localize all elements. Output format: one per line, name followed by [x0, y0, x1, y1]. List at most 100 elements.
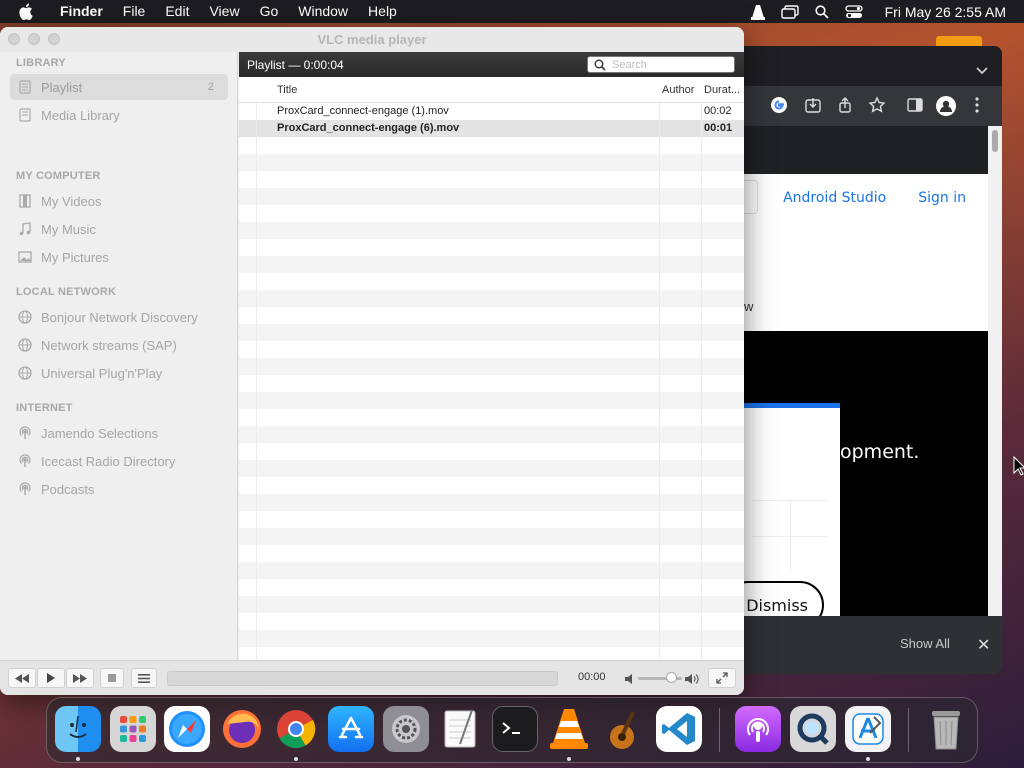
control-center-icon[interactable] [844, 4, 863, 20]
sidebar-item-jamendo[interactable]: Jamendo Selections [10, 420, 228, 446]
empty-row [239, 324, 744, 341]
sidebar-item-label: My Videos [41, 193, 102, 209]
download-page-icon[interactable] [804, 96, 822, 114]
browser-menu-icon[interactable] [974, 96, 992, 114]
vlc-title-bar[interactable]: VLC media player [0, 27, 744, 52]
dock-garageband-icon[interactable] [601, 706, 647, 752]
empty-row [239, 494, 744, 511]
dock-textedit-icon[interactable] [437, 706, 483, 752]
volume-low-icon[interactable] [625, 672, 635, 690]
dock-finder-icon[interactable] [55, 706, 101, 752]
zoom-window-button[interactable] [48, 33, 60, 45]
dock-xcode-icon[interactable] [845, 706, 891, 752]
column-author[interactable]: Author [662, 84, 694, 96]
dock-firefox-icon[interactable] [219, 706, 265, 752]
running-indicator [567, 757, 571, 761]
minimize-window-button[interactable] [28, 33, 40, 45]
site-search-box[interactable] [744, 180, 758, 214]
dock-podcasts-icon[interactable] [735, 706, 781, 752]
menu-help[interactable]: Help [358, 0, 407, 23]
dock-terminal-icon[interactable] [492, 706, 538, 752]
dock-system-preferences-icon[interactable] [383, 706, 429, 752]
playlist-toggle-button[interactable] [131, 668, 157, 688]
dock-chrome-icon[interactable] [273, 706, 319, 752]
menu-edit[interactable]: Edit [155, 0, 199, 23]
sidebar-item-label: Network streams (SAP) [41, 337, 177, 353]
empty-row [239, 273, 744, 290]
dock-app-store-icon[interactable] [328, 706, 374, 752]
row-duration: 00:01 [704, 122, 733, 134]
fast-forward-button[interactable] [66, 668, 94, 688]
partial-text: w [744, 299, 754, 314]
empty-row [239, 460, 744, 477]
table-row[interactable]: ProxCard_connect-engage (6).mov 00:01 [239, 120, 744, 137]
running-indicator [76, 757, 80, 761]
section-library: LIBRARY [16, 57, 66, 69]
column-title[interactable]: Title [277, 84, 297, 96]
section-internet: INTERNET [16, 402, 73, 414]
vlc-status-icon[interactable] [749, 4, 767, 20]
menu-file[interactable]: File [113, 0, 156, 23]
fullscreen-button[interactable] [708, 668, 736, 688]
screen-mirroring-icon[interactable] [780, 4, 799, 20]
play-button[interactable] [37, 668, 65, 688]
google-icon[interactable] [770, 96, 788, 114]
dock-quicktime-icon[interactable] [790, 706, 836, 752]
sidebar-item-my-music[interactable]: My Music [10, 216, 228, 242]
media-library-icon [18, 108, 32, 122]
sidebar-item-playlist[interactable]: Playlist 2 [10, 74, 228, 100]
dock-vscode-icon[interactable] [656, 706, 702, 752]
column-duration[interactable]: Durat... [704, 84, 740, 96]
sidebar-item-network-streams[interactable]: Network streams (SAP) [10, 332, 228, 358]
android-studio-link[interactable]: Android Studio [783, 190, 886, 206]
dock-safari-icon[interactable] [164, 706, 210, 752]
sign-in-link[interactable]: Sign in [918, 190, 966, 206]
stop-button[interactable] [100, 668, 124, 688]
playlist-search-input[interactable]: Search [587, 56, 735, 73]
menu-view[interactable]: View [199, 0, 249, 23]
scrollbar-thumb[interactable] [992, 130, 998, 152]
sidebar-item-icecast[interactable]: Icecast Radio Directory [10, 448, 228, 474]
vlc-sidebar: LIBRARY Playlist 2 Media Library MY COMP… [0, 52, 238, 660]
column-divider [659, 103, 660, 660]
rewind-button[interactable] [8, 668, 36, 688]
sidebar-item-upnp[interactable]: Universal Plug'n'Play [10, 360, 228, 386]
share-icon[interactable] [836, 96, 854, 114]
dock-vlc-icon[interactable] [546, 706, 592, 752]
sidebar-item-media-library[interactable]: Media Library [10, 102, 228, 128]
menubar-clock[interactable]: Fri May 26 2:55 AM [885, 4, 1006, 20]
spotlight-search-icon[interactable] [813, 4, 831, 20]
menu-window[interactable]: Window [288, 0, 358, 23]
bookmark-star-icon[interactable] [868, 96, 886, 114]
hero-text: opment. [840, 441, 920, 463]
sidebar-item-podcasts[interactable]: Podcasts [10, 476, 228, 502]
network-globe-icon [18, 366, 32, 380]
seek-bar[interactable] [167, 671, 558, 686]
profile-avatar-icon[interactable] [936, 96, 956, 116]
empty-row [239, 630, 744, 647]
browser-window: Android Studio Sign in w opment. Dismiss… [722, 46, 1002, 674]
apple-menu-icon[interactable] [18, 1, 38, 23]
page-scrollbar[interactable] [988, 126, 1002, 616]
browser-tab-strip [722, 46, 1002, 86]
sidebar-item-my-pictures[interactable]: My Pictures [10, 244, 228, 270]
volume-high-icon[interactable] [685, 672, 699, 690]
side-panel-icon[interactable] [906, 96, 924, 114]
menu-go[interactable]: Go [250, 0, 289, 23]
sidebar-item-bonjour[interactable]: Bonjour Network Discovery [10, 304, 228, 330]
dock-launchpad-icon[interactable] [110, 706, 156, 752]
show-all-button[interactable]: Show All [900, 636, 950, 651]
dock-trash-icon[interactable] [923, 706, 969, 752]
close-window-button[interactable] [8, 33, 20, 45]
tab-list-chevron-icon[interactable] [976, 62, 988, 80]
sidebar-item-my-videos[interactable]: My Videos [10, 188, 228, 214]
table-row[interactable]: ProxCard_connect-engage (1).mov 00:02 [239, 103, 744, 120]
sidebar-item-label: Playlist [41, 79, 83, 95]
window-title: VLC media player [317, 32, 427, 47]
empty-row [239, 477, 744, 494]
volume-knob[interactable] [666, 672, 677, 683]
column-divider [701, 103, 702, 660]
download-bar-close-icon[interactable]: ✕ [977, 635, 990, 655]
sidebar-item-label: Icecast Radio Directory [41, 453, 176, 469]
menu-app-name[interactable]: Finder [54, 0, 113, 23]
